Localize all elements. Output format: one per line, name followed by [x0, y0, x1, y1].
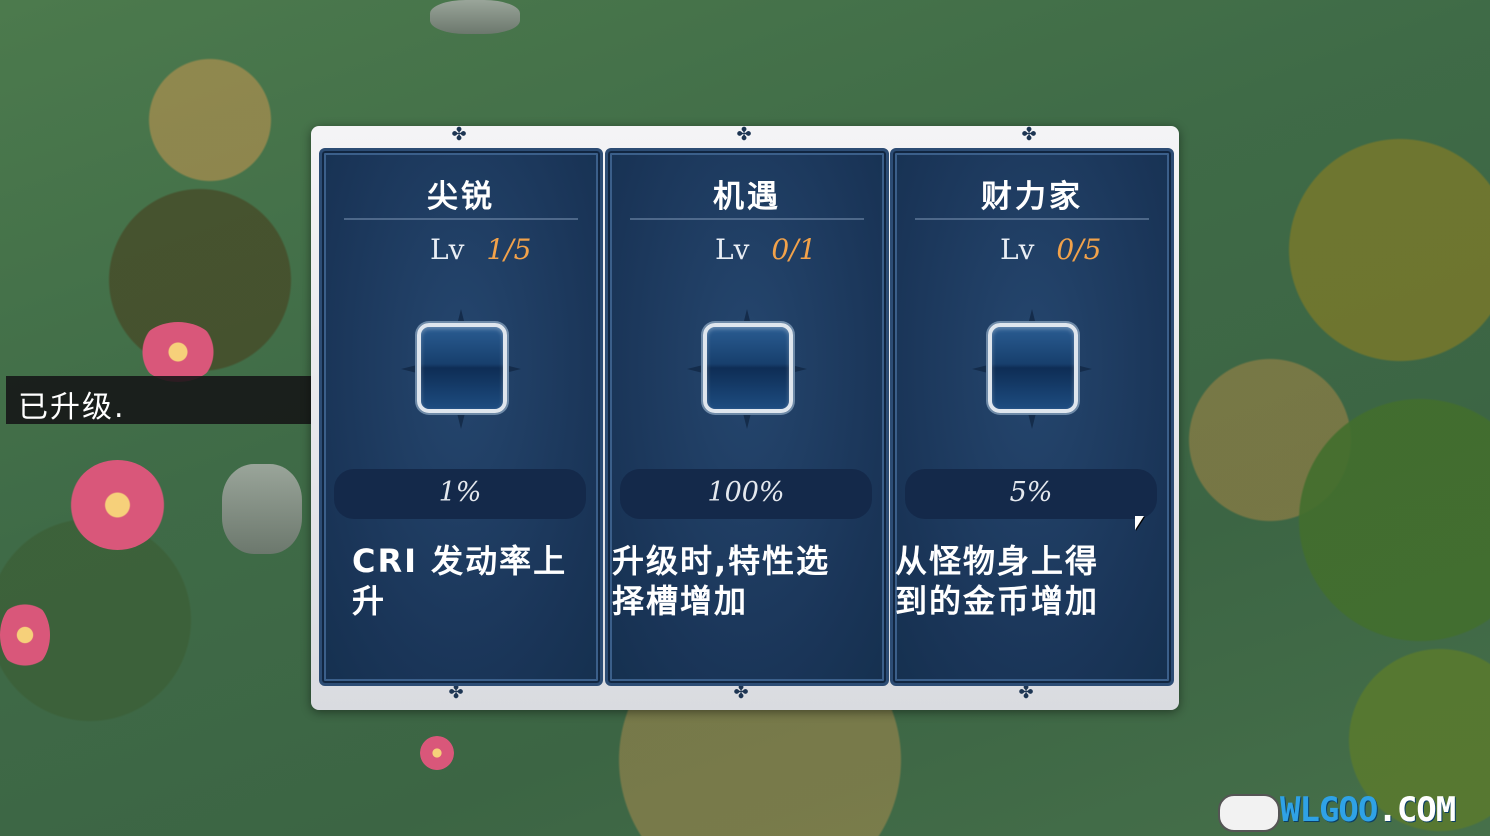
rock-decoration [430, 0, 520, 34]
description-line: 升级时,特性选 [612, 542, 831, 580]
trait-card-chance[interactable]: 机遇 Lv 0/1 100% 升级时,特性选 择槽增加 [605, 148, 889, 686]
level-label: Lv [430, 233, 465, 266]
description-line: 到的金币增加 [895, 582, 1100, 620]
trait-emblem [667, 289, 827, 449]
flower-decoration [0, 600, 50, 670]
title-divider [344, 218, 578, 220]
level-value: 0/1 [771, 233, 817, 266]
flower-decoration [138, 322, 218, 382]
trait-level: Lv 0/1 [715, 233, 816, 266]
upgrade-toast: 已升级. [6, 376, 336, 425]
trait-description: 升级时,特性选 择槽增加 [612, 541, 830, 621]
trait-emblem [952, 289, 1112, 449]
description-line: CRI 发动率上 [352, 542, 568, 580]
description-line: 择槽增加 [612, 582, 749, 620]
trait-value: 100% [707, 477, 785, 508]
watermark-text: WLGOO.COM [1280, 790, 1456, 830]
level-label: Lv [715, 233, 750, 266]
trait-selection-panel: ✤ ✤ ✤ ✤ ✤ ✤ 尖锐 Lv 1/5 1% CRI 发动率上 升 机遇 Lv… [311, 126, 1179, 710]
trait-level: Lv 0/5 [1000, 233, 1101, 266]
trait-emblem [381, 289, 541, 449]
trait-level: Lv 1/5 [430, 233, 531, 266]
description-line: 从怪物身上得 [895, 542, 1100, 580]
top-ornament-icon: ✤ [451, 124, 467, 145]
trait-title: 尖锐 [427, 179, 495, 215]
bottom-ornament-icon: ✤ [733, 682, 749, 703]
trait-card-wealthy[interactable]: 财力家 Lv 0/5 5% 从怪物身上得 到的金币增加 [890, 148, 1174, 686]
title-divider [630, 218, 864, 220]
description-line: 升 [352, 582, 387, 620]
trait-title: 财力家 [981, 179, 1083, 215]
trait-slot-icon [988, 323, 1078, 413]
trait-title: 机遇 [713, 179, 781, 215]
level-value: 0/5 [1056, 233, 1102, 266]
level-label: Lv [1000, 233, 1035, 266]
watermark-suffix: .COM [1377, 790, 1456, 830]
level-value: 1/5 [486, 233, 532, 266]
trait-description: 从怪物身上得 到的金币增加 [895, 541, 1099, 621]
flower-decoration [70, 460, 165, 550]
trait-value: 5% [1009, 477, 1053, 508]
trait-slot-icon [703, 323, 793, 413]
trait-value: 1% [438, 477, 482, 508]
trait-card-sharp[interactable]: 尖锐 Lv 1/5 1% CRI 发动率上 升 [319, 148, 603, 686]
watermark-logo: WLGOO.COM [1218, 788, 1490, 832]
trait-value-bar: 1% [334, 469, 586, 519]
watermark-brand: WLGOO [1280, 790, 1378, 830]
toast-message: 已升级. [18, 390, 126, 425]
rock-decoration [222, 464, 302, 554]
flower-decoration [420, 736, 454, 770]
gamepad-icon [1218, 794, 1280, 832]
bottom-ornament-icon: ✤ [1018, 682, 1034, 703]
top-ornament-icon: ✤ [736, 124, 752, 145]
bottom-ornament-icon: ✤ [448, 682, 464, 703]
trait-slot-icon [417, 323, 507, 413]
trait-value-bar: 100% [620, 469, 872, 519]
trait-value-bar: 5% [905, 469, 1157, 519]
top-ornament-icon: ✤ [1021, 124, 1037, 145]
trait-description: CRI 发动率上 升 [352, 541, 567, 621]
title-divider [915, 218, 1149, 220]
mouse-cursor-icon [1135, 516, 1144, 530]
